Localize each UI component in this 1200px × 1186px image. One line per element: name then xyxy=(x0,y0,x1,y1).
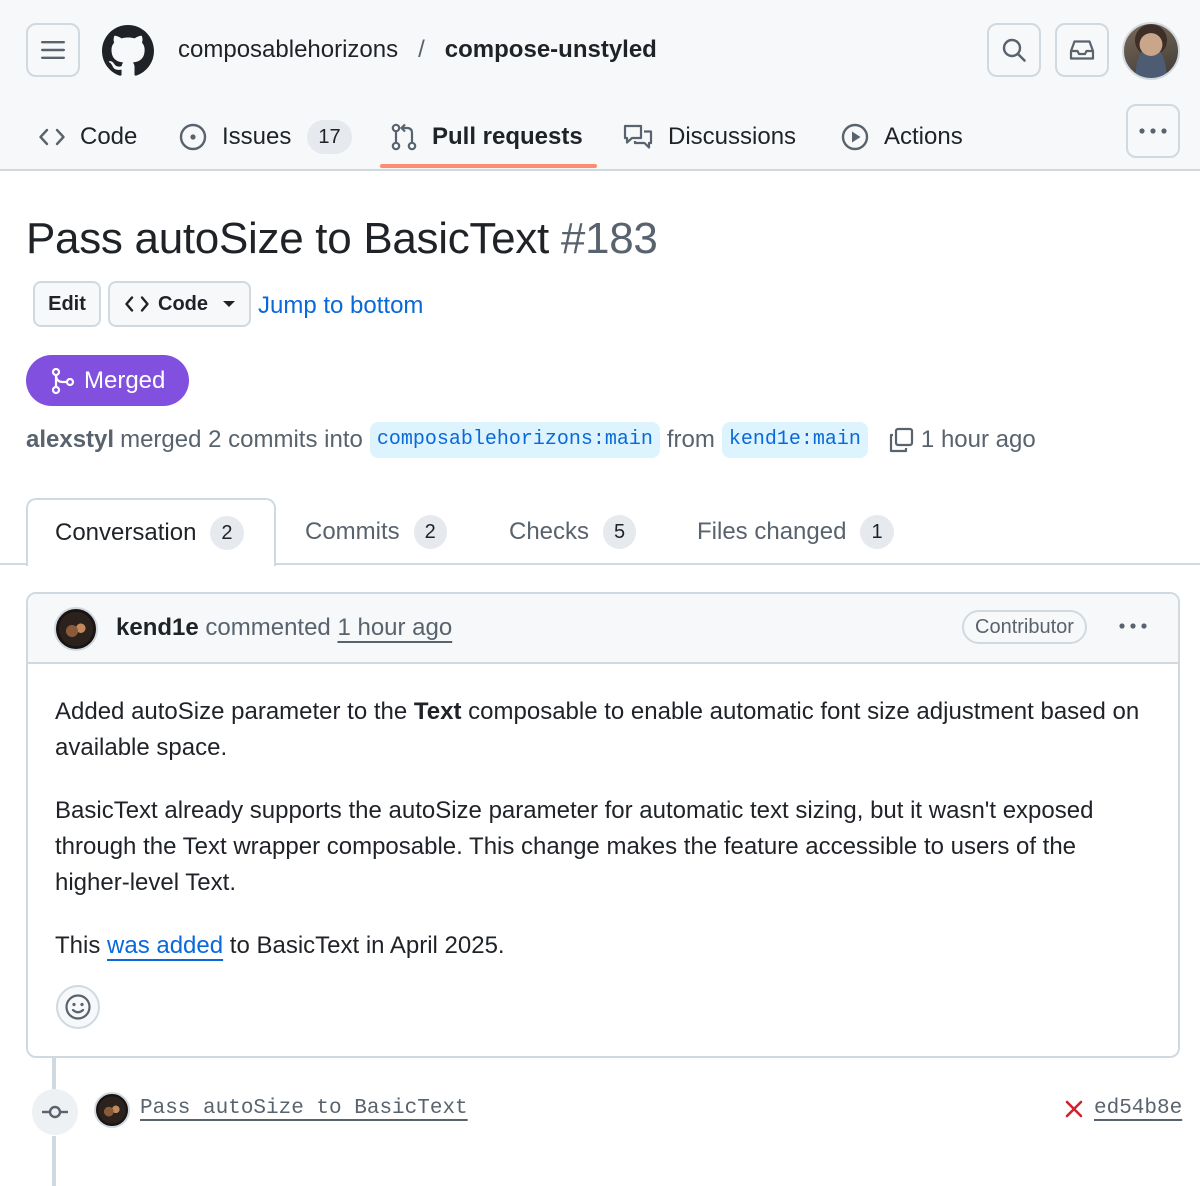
github-logo-icon[interactable] xyxy=(102,25,154,77)
code-dropdown-button[interactable]: Code xyxy=(108,281,251,327)
code-button-label: Code xyxy=(158,292,208,315)
tab-conversation-label: Conversation xyxy=(55,519,197,546)
git-commit-icon xyxy=(42,1105,68,1119)
tab-files-changed[interactable]: Files changed 1 xyxy=(697,498,894,565)
user-avatar[interactable] xyxy=(1122,22,1180,80)
play-icon xyxy=(841,123,869,151)
tab-pull-requests[interactable]: Pull requests xyxy=(390,104,583,170)
hamburger-icon xyxy=(41,41,65,59)
comment-time-link[interactable]: 1 hour ago xyxy=(337,614,452,641)
pr-title: Pass autoSize to BasicText #183 xyxy=(26,214,658,264)
repo-nav: Code Issues 17 Pull requests Discussions… xyxy=(0,104,1120,170)
tab-discussions-label: Discussions xyxy=(668,123,797,150)
kebab-horizontal-icon xyxy=(1139,128,1167,134)
commit-sha-link[interactable]: ed54b8e xyxy=(1094,1097,1182,1120)
code-icon xyxy=(125,296,149,312)
tab-discussions[interactable]: Discussions xyxy=(622,104,796,170)
commenter-avatar[interactable] xyxy=(54,607,98,651)
git-pull-request-icon xyxy=(391,123,417,151)
edit-button-label: Edit xyxy=(48,292,86,315)
was-added-link[interactable]: was added xyxy=(107,932,223,959)
issue-opened-icon xyxy=(179,123,207,151)
tab-code[interactable]: Code xyxy=(38,104,137,170)
commits-count-badge: 2 xyxy=(413,514,447,549)
comment-text: This xyxy=(55,932,108,959)
tab-checks-label: Checks xyxy=(509,517,590,545)
comment-verb: commented xyxy=(205,614,331,641)
git-merge-icon xyxy=(51,367,75,394)
x-icon[interactable] xyxy=(1063,1098,1085,1120)
kebab-horizontal-icon xyxy=(1119,623,1147,629)
menu-button[interactable] xyxy=(26,23,80,77)
tab-commits-label: Commits xyxy=(305,517,400,545)
comment-text: to BasicText in April 2025. xyxy=(223,932,505,959)
timeline-line xyxy=(52,1136,56,1186)
code-icon xyxy=(39,128,65,146)
search-icon xyxy=(1002,38,1026,62)
repo-name-link[interactable]: compose-unstyled xyxy=(445,36,657,64)
commenter-username-link[interactable]: kend1e xyxy=(116,614,199,641)
comment-text: Added autoSize parameter to the xyxy=(55,698,414,725)
commit-message-link[interactable]: Pass autoSize to BasicText xyxy=(140,1097,468,1120)
comment-paragraph: Added autoSize parameter to the Text com… xyxy=(55,694,1151,766)
triangle-down-icon xyxy=(223,301,235,307)
merge-action-text: merged 2 commits into xyxy=(120,426,363,453)
timeline-line xyxy=(52,1058,56,1090)
tab-actions-label: Actions xyxy=(884,123,963,150)
checks-count-badge: 5 xyxy=(603,514,637,549)
merge-summary: alexstyl merged 2 commits into composabl… xyxy=(26,422,1036,458)
merged-label: Merged xyxy=(84,366,166,394)
breadcrumb: composablehorizons / compose-unstyled xyxy=(178,36,657,64)
tab-conversation[interactable]: Conversation 2 xyxy=(26,498,276,566)
comment-bold-text: Text xyxy=(413,698,462,725)
comment-card: kend1e commented 1 hour ago Contributor … xyxy=(26,592,1180,1058)
tab-files-changed-label: Files changed xyxy=(697,517,847,545)
search-button[interactable] xyxy=(987,23,1041,77)
merge-time: 1 hour ago xyxy=(920,426,1036,453)
comment-options-button[interactable] xyxy=(1116,614,1150,638)
inbox-icon xyxy=(1069,40,1095,60)
selected-tab-underline xyxy=(380,164,597,168)
tab-issues-label: Issues xyxy=(222,123,292,150)
merged-state-badge: Merged xyxy=(26,355,189,406)
tab-pull-requests-label: Pull requests xyxy=(432,123,583,150)
comment-paragraph: This was added to BasicText in April 202… xyxy=(55,928,1151,964)
jump-to-bottom-link[interactable]: Jump to bottom xyxy=(258,292,423,320)
repo-header: composablehorizons / compose-unstyled Co… xyxy=(0,0,1200,171)
commit-author-avatar[interactable] xyxy=(94,1092,130,1128)
head-branch-label[interactable]: kend1e:main xyxy=(721,422,868,458)
comment-header: kend1e commented 1 hour ago Contributor xyxy=(28,594,1178,664)
edit-button[interactable]: Edit xyxy=(33,281,101,327)
more-nav-button[interactable] xyxy=(1126,104,1180,158)
comment-discussion-icon xyxy=(623,124,653,149)
comment-paragraph: BasicText already supports the autoSize … xyxy=(55,797,1094,896)
tab-commits[interactable]: Commits 2 xyxy=(305,498,447,565)
add-reaction-button[interactable] xyxy=(56,985,100,1029)
breadcrumb-separator: / xyxy=(418,36,425,63)
pr-number: #183 xyxy=(560,214,658,263)
tab-actions[interactable]: Actions xyxy=(840,104,963,170)
repo-owner-link[interactable]: composablehorizons xyxy=(178,36,398,64)
pr-title-text: Pass autoSize to BasicText xyxy=(26,214,549,263)
commit-timeline-badge xyxy=(32,1089,78,1135)
smiley-icon xyxy=(65,994,91,1020)
tab-checks[interactable]: Checks 5 xyxy=(509,498,637,565)
conversation-count-badge: 2 xyxy=(210,516,244,550)
files-changed-count-badge: 1 xyxy=(860,514,894,549)
issues-count-badge: 17 xyxy=(307,120,352,154)
base-branch-label[interactable]: composablehorizons:main xyxy=(369,422,660,458)
comment-body: Added autoSize parameter to the Text com… xyxy=(28,664,1178,964)
from-text: from xyxy=(666,426,715,453)
copy-icon[interactable] xyxy=(887,426,915,454)
comment-byline: kend1e commented 1 hour ago xyxy=(116,614,452,642)
tab-issues[interactable]: Issues 17 xyxy=(178,104,352,170)
contributor-badge: Contributor xyxy=(962,610,1087,644)
inbox-button[interactable] xyxy=(1055,23,1109,77)
tab-code-label: Code xyxy=(80,123,138,150)
merger-username-link[interactable]: alexstyl xyxy=(26,426,114,454)
